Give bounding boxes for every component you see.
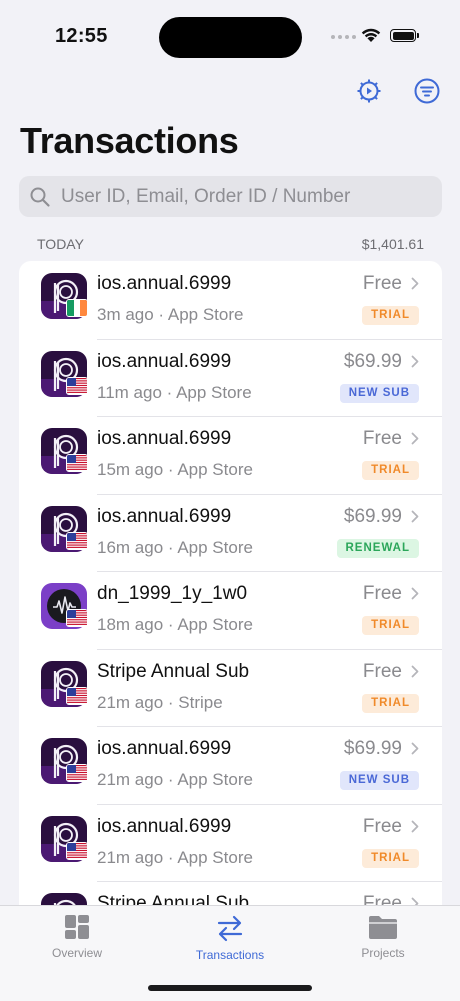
- section-total: $1,401.61: [361, 236, 424, 252]
- transaction-row[interactable]: ios.annual.6999 15m ago · App Store Free TR…: [19, 416, 442, 494]
- transaction-row[interactable]: ios.annual.6999 11m ago · App Store $69.99…: [19, 338, 442, 417]
- status-badge: TRIAL: [362, 693, 419, 713]
- gear-icon[interactable]: [355, 77, 383, 105]
- tab-label-transactions: Transactions: [195, 948, 265, 962]
- transaction-row[interactable]: ios.annual.6999 21m ago · App Store $69.99…: [19, 726, 442, 804]
- transaction-price: $69.99: [343, 505, 402, 527]
- product-name: ios.annual.6999: [97, 273, 232, 294]
- transaction-price: Free: [362, 273, 402, 294]
- transaction-meta: 18m ago · App Store: [97, 615, 253, 634]
- signal-dots-icon: [331, 35, 356, 39]
- status-badge: NEW SUB: [339, 383, 419, 403]
- transaction-row[interactable]: Stripe Annual Sub 21m ago · Stripe Free TRI…: [19, 648, 442, 727]
- chevron-right-icon: [411, 742, 419, 755]
- chevron-right-icon: [411, 432, 419, 445]
- transaction-meta: 21m ago · App Store: [97, 847, 253, 867]
- chevron-right-icon: [411, 587, 419, 600]
- product-name: ios.annual.6999: [97, 738, 232, 759]
- status-badge: NEW SUB: [339, 771, 419, 790]
- product-name: ios.annual.6999: [97, 428, 232, 449]
- tab-label-overview: Overview: [51, 946, 102, 960]
- search-input[interactable]: [59, 184, 423, 209]
- us-flag-icon: [66, 376, 88, 395]
- chevron-right-icon: [411, 665, 419, 677]
- ireland-flag-icon: [66, 299, 88, 317]
- status-badge: TRIAL: [362, 616, 419, 635]
- status-bar: 12:55: [0, 0, 460, 70]
- section-header: TODAY $1,401.61: [37, 236, 424, 252]
- transactions-list: ios.annual.6999 3m ago · App Store Free TRI…: [19, 261, 442, 941]
- transaction-row[interactable]: dn_1999_1y_1w0 18m ago · App Store Free TRI…: [19, 571, 442, 649]
- dynamic-island: [159, 17, 302, 58]
- tab-label-projects: Projects: [361, 946, 405, 960]
- filter-icon[interactable]: [413, 77, 441, 105]
- status-badge: TRIAL: [362, 306, 419, 325]
- product-name: ios.annual.6999: [97, 505, 232, 527]
- status-badge: TRIAL: [362, 848, 419, 868]
- section-label: TODAY: [37, 236, 84, 252]
- status-time: 12:55: [55, 25, 108, 47]
- wifi-icon: [361, 28, 381, 42]
- transaction-price: $69.99: [343, 350, 402, 372]
- arrows-swap-icon: [217, 915, 243, 942]
- chevron-right-icon: [411, 355, 419, 367]
- transaction-row[interactable]: ios.annual.6999 3m ago · App Store Free TRI…: [19, 261, 442, 339]
- chevron-right-icon: [411, 277, 419, 290]
- us-flag-icon: [66, 841, 88, 860]
- transaction-price: Free: [362, 583, 402, 604]
- us-flag-icon: [66, 531, 88, 550]
- battery-icon: [390, 29, 419, 42]
- transaction-meta: 16m ago · App Store: [97, 537, 253, 557]
- product-name: Stripe Annual Sub: [97, 660, 250, 682]
- transaction-price: $69.99: [343, 738, 402, 759]
- search-bar[interactable]: [19, 176, 442, 217]
- transaction-price: Free: [362, 815, 402, 837]
- chevron-right-icon: [411, 510, 419, 522]
- tab-overview[interactable]: Overview: [17, 914, 137, 960]
- product-name: dn_1999_1y_1w0: [97, 583, 248, 604]
- us-flag-icon: [66, 454, 88, 472]
- transaction-price: Free: [362, 428, 402, 449]
- transaction-meta: 3m ago · App Store: [97, 305, 244, 324]
- product-name: ios.annual.6999: [97, 815, 232, 837]
- us-flag-icon: [66, 686, 88, 705]
- folder-icon: [369, 916, 397, 939]
- transaction-meta: 11m ago · App Store: [97, 382, 252, 402]
- grid-icon: [65, 915, 89, 939]
- search-icon: [30, 187, 50, 207]
- status-badge: TRIAL: [362, 461, 419, 480]
- home-indicator: [148, 985, 312, 991]
- status-badge: RENEWAL: [336, 538, 419, 558]
- product-name: ios.annual.6999: [97, 350, 232, 372]
- tab-transactions[interactable]: Transactions: [170, 914, 290, 962]
- transaction-meta: 21m ago · App Store: [97, 770, 253, 789]
- us-flag-icon: [66, 764, 88, 782]
- page-title: Transactions: [20, 120, 239, 161]
- transaction-price: Free: [362, 660, 402, 682]
- transaction-row[interactable]: ios.annual.6999 16m ago · App Store $69.99…: [19, 493, 442, 572]
- tab-projects[interactable]: Projects: [323, 914, 443, 960]
- chevron-right-icon: [411, 820, 419, 832]
- us-flag-icon: [66, 609, 88, 627]
- transaction-meta: 21m ago · Stripe: [97, 692, 223, 712]
- transaction-meta: 15m ago · App Store: [97, 460, 253, 479]
- transaction-row[interactable]: ios.annual.6999 21m ago · App Store Free TR…: [19, 803, 442, 882]
